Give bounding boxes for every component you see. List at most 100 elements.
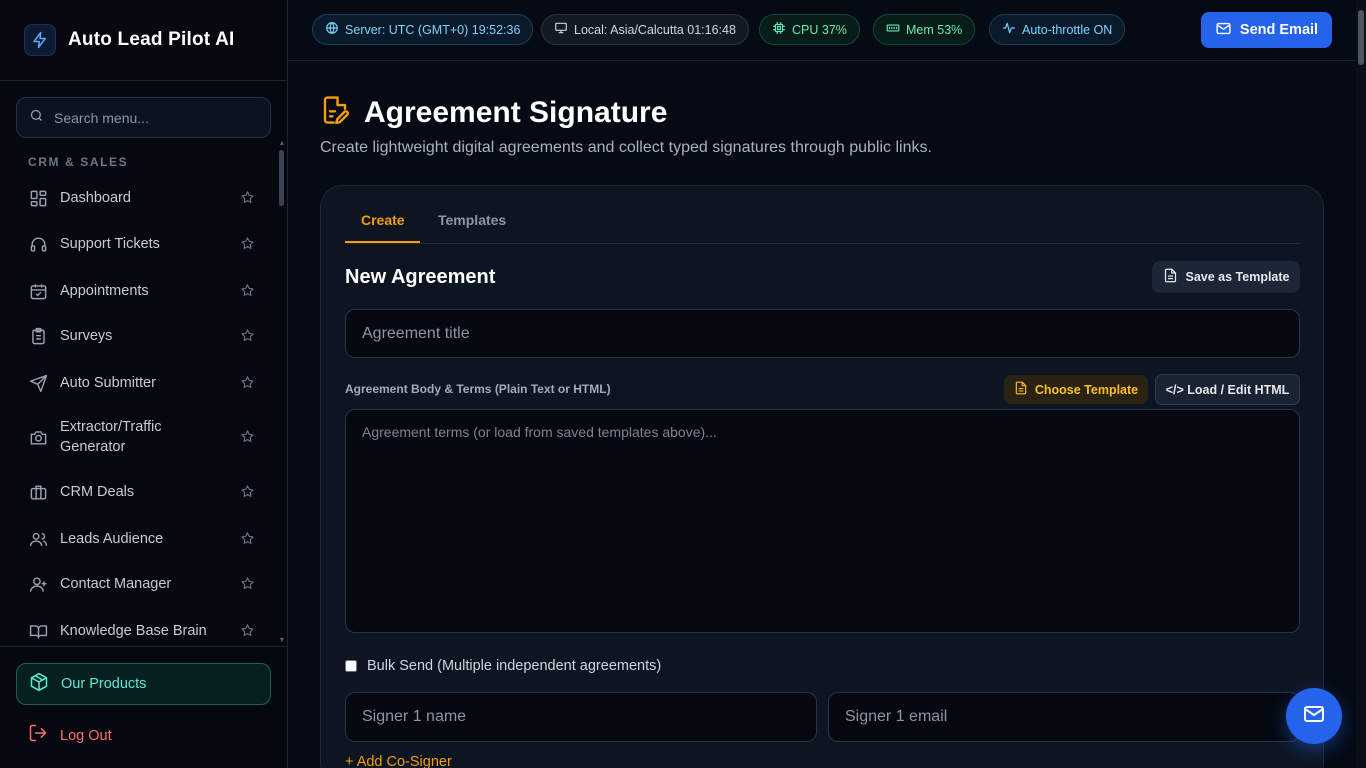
our-products-label: Our Products [61, 676, 147, 692]
brand-name: Auto Lead Pilot AI [68, 29, 235, 50]
local-time-text: Local: Asia/Calcutta 01:16:48 [574, 22, 736, 37]
scroll-down-arrow-icon[interactable]: ▼ [278, 637, 286, 645]
page-scroll-thumb[interactable] [1358, 10, 1364, 65]
cpu-icon [772, 21, 786, 38]
agreement-title-input[interactable] [345, 309, 1300, 358]
sidebar-item-leads-audience[interactable]: Leads Audience [16, 529, 274, 549]
server-time-pill: Server: UTC (GMT+0) 19:52:36 [312, 14, 534, 45]
sidebar-item-label: Knowledge Base Brain [60, 623, 207, 639]
scroll-thumb[interactable] [279, 150, 284, 206]
send-email-button[interactable]: Send Email [1201, 12, 1332, 48]
file-signature-icon [320, 94, 350, 131]
bulk-send-option[interactable]: Bulk Send (Multiple independent agreemen… [345, 658, 661, 674]
star-icon[interactable] [240, 484, 256, 500]
brand[interactable]: Auto Lead Pilot AI [0, 0, 287, 81]
sidebar-item-crm-deals[interactable]: CRM Deals [16, 482, 274, 502]
save-as-template-button[interactable]: Save as Template [1152, 261, 1300, 293]
star-icon[interactable] [240, 375, 256, 391]
users-icon [28, 529, 48, 549]
page-header: Agreement Signature [320, 94, 667, 131]
logout-icon [28, 723, 48, 748]
auto-throttle-text: Auto-throttle ON [1022, 22, 1113, 37]
star-icon[interactable] [240, 190, 256, 206]
cpu-text: CPU 37% [792, 22, 847, 37]
monitor-icon [554, 21, 568, 38]
headset-icon [28, 234, 48, 254]
logout-label: Log Out [60, 727, 112, 744]
bulk-send-checkbox[interactable] [345, 660, 357, 672]
star-icon[interactable] [240, 623, 256, 639]
logout-button[interactable]: Log Out [28, 723, 112, 748]
server-time-text: Server: UTC (GMT+0) 19:52:36 [345, 22, 521, 37]
signer-email-input[interactable] [828, 692, 1300, 742]
choose-template-button[interactable]: Choose Template [1004, 375, 1148, 404]
top-bar: Server: UTC (GMT+0) 19:52:36 Local: Asia… [288, 0, 1356, 61]
sidebar-item-contact-manager[interactable]: Contact Manager [16, 574, 274, 594]
sidebar-item-support-tickets[interactable]: Support Tickets [16, 234, 274, 254]
auto-throttle-pill: Auto-throttle ON [989, 14, 1126, 45]
tab-templates[interactable]: Templates [438, 212, 506, 242]
sidebar-item-label: Appointments [60, 283, 149, 299]
clipboard-icon [28, 326, 48, 346]
calendar-check-icon [28, 281, 48, 301]
sidebar-scrollbar[interactable]: ▲ ▼ [278, 140, 286, 645]
sidebar-item-dashboard[interactable]: Dashboard [16, 188, 274, 208]
memory-pill: Mem 53% [873, 14, 976, 45]
send-email-label: Send Email [1239, 22, 1319, 38]
scroll-up-arrow-icon[interactable]: ▲ [278, 140, 286, 148]
sidebar-item-label: Leads Audience [60, 531, 164, 547]
memory-text: Mem 53% [906, 22, 963, 37]
tab-create[interactable]: Create [361, 212, 405, 242]
search-input[interactable] [54, 109, 254, 126]
load-edit-html-button[interactable]: </> Load / Edit HTML [1155, 374, 1300, 405]
sidebar-nav: Dashboard Support Tickets Appointments S… [16, 176, 274, 644]
search-box[interactable] [16, 97, 271, 138]
sidebar-item-label: Auto Submitter [60, 375, 156, 391]
briefcase-icon [28, 482, 48, 502]
sidebar-item-label: Surveys [60, 328, 113, 344]
sidebar-item-knowledge-base-brain[interactable]: Knowledge Base Brain [16, 621, 274, 641]
mail-icon [1302, 702, 1326, 731]
add-cosigner-link[interactable]: + Add Co-Signer [345, 754, 452, 768]
local-time-pill: Local: Asia/Calcutta 01:16:48 [541, 14, 749, 45]
sidebar-item-label: Contact Manager [60, 576, 172, 592]
our-products-button[interactable]: Our Products [16, 663, 271, 705]
body-label: Agreement Body & Terms (Plain Text or HT… [345, 382, 611, 396]
page-title: Agreement Signature [364, 95, 668, 129]
star-icon[interactable] [240, 576, 256, 592]
mail-icon [1215, 20, 1232, 41]
star-icon[interactable] [240, 328, 256, 344]
sidebar-item-label: Extractor/Traffic Generator [60, 419, 162, 455]
cpu-pill: CPU 37% [759, 14, 860, 45]
section-label: CRM & SALES [28, 155, 129, 169]
sidebar-item-extractor-traffic-generator[interactable]: Extractor/Traffic Generator [16, 417, 274, 457]
load-edit-html-label: </> Load / Edit HTML [1165, 382, 1290, 397]
sidebar-item-auto-submitter[interactable]: Auto Submitter [16, 373, 274, 393]
sidebar-item-appointments[interactable]: Appointments [16, 281, 274, 301]
grid-icon [28, 188, 48, 208]
active-tab-indicator [345, 241, 420, 243]
sidebar-item-label: CRM Deals [60, 484, 135, 500]
sidebar: Auto Lead Pilot AI CRM & SALES Dashboard… [0, 0, 288, 768]
activity-icon [1002, 21, 1016, 38]
signer-name-input[interactable] [345, 692, 817, 742]
sidebar-footer: Our Products Log Out [0, 646, 287, 768]
sidebar-item-label: Dashboard [60, 190, 131, 206]
page-scrollbar[interactable] [1356, 0, 1366, 768]
mail-fab-button[interactable] [1286, 688, 1342, 744]
agreement-body-textarea[interactable] [345, 409, 1300, 633]
sidebar-item-surveys[interactable]: Surveys [16, 326, 274, 346]
sidebar-item-label: Support Tickets [60, 236, 160, 252]
send-icon [28, 373, 48, 393]
globe-icon [325, 21, 339, 38]
camera-icon [28, 427, 48, 447]
star-icon[interactable] [240, 429, 256, 445]
contact-icon [28, 574, 48, 594]
book-icon [28, 621, 48, 641]
bulk-send-label: Bulk Send (Multiple independent agreemen… [367, 658, 662, 674]
star-icon[interactable] [240, 283, 256, 299]
star-icon[interactable] [240, 531, 256, 547]
page-subtitle: Create lightweight digital agreements an… [320, 139, 932, 156]
star-icon[interactable] [240, 236, 256, 252]
box-icon [29, 672, 49, 697]
